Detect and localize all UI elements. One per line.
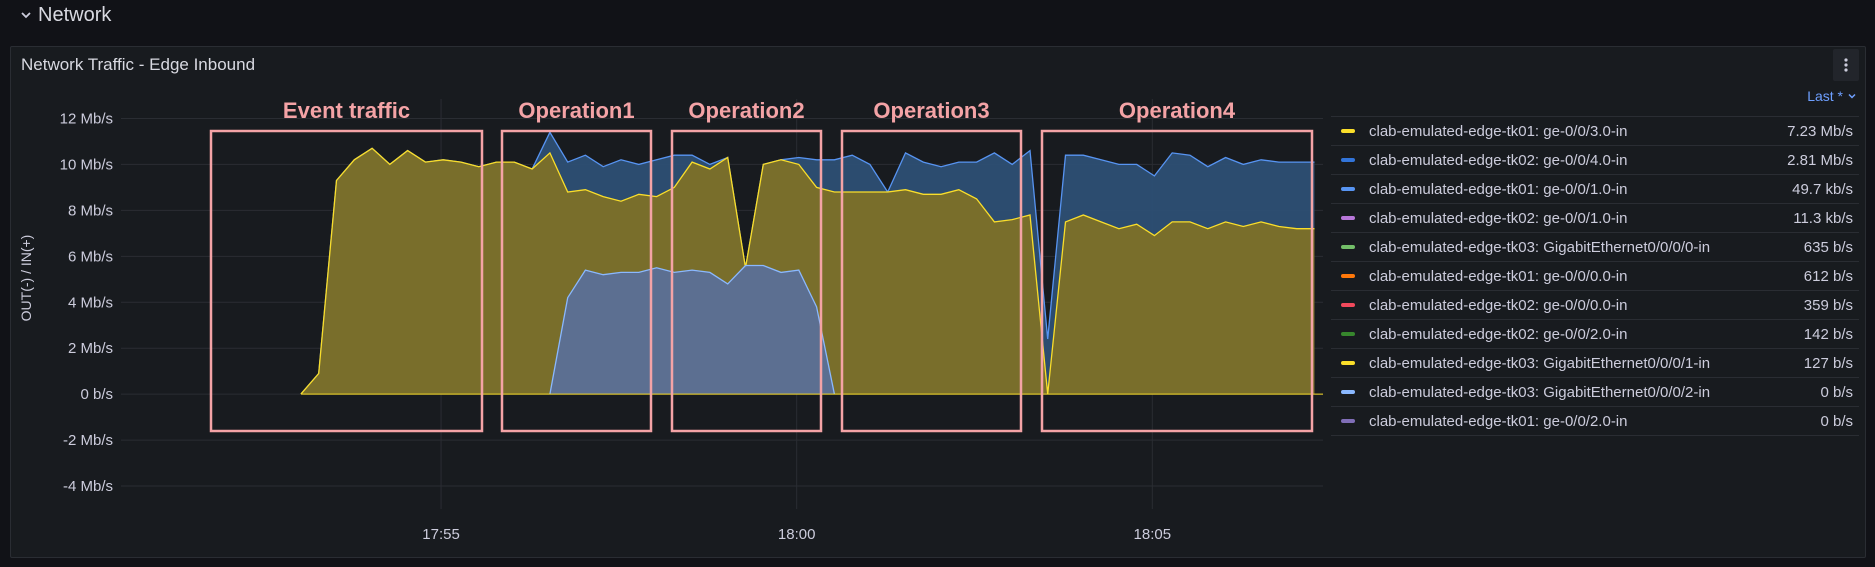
- legend-item[interactable]: clab-emulated-edge-tk03: GigabitEthernet…: [1331, 349, 1859, 378]
- legend-item[interactable]: clab-emulated-edge-tk01: ge-0/0/3.0-in 7.…: [1331, 117, 1859, 146]
- legend-swatch: [1341, 158, 1355, 162]
- series-area: [549, 265, 835, 395]
- x-tick-label: 18:05: [1134, 526, 1172, 543]
- y-tick-label: 2 Mb/s: [68, 340, 113, 357]
- legend-series-name: clab-emulated-edge-tk02: ge-0/0/1.0-in: [1369, 209, 1628, 227]
- legend-swatch: [1341, 419, 1355, 423]
- legend-swatch: [1341, 390, 1355, 394]
- legend-series-value: 127 b/s: [1803, 354, 1853, 372]
- y-tick-label: 8 Mb/s: [68, 202, 113, 219]
- y-tick-label: 6 Mb/s: [68, 248, 113, 265]
- x-tick-label: 17:55: [422, 526, 460, 543]
- legend: Last * clab-emulated-edge-tk01: ge-0/0/3…: [1331, 88, 1859, 436]
- annotation-label: Operation3: [873, 98, 989, 123]
- legend-series-name: clab-emulated-edge-tk01: ge-0/0/0.0-in: [1369, 267, 1628, 285]
- legend-swatch: [1341, 216, 1355, 220]
- panel-menu-button[interactable]: [1833, 49, 1859, 81]
- legend-swatch: [1341, 274, 1355, 278]
- legend-series-value: 635 b/s: [1803, 238, 1853, 256]
- legend-item[interactable]: clab-emulated-edge-tk01: ge-0/0/2.0-in 0 …: [1331, 407, 1859, 436]
- legend-item[interactable]: clab-emulated-edge-tk02: ge-0/0/2.0-in 14…: [1331, 320, 1859, 349]
- legend-item[interactable]: clab-emulated-edge-tk01: ge-0/0/1.0-in 49…: [1331, 175, 1859, 204]
- legend-series-value: 612 b/s: [1803, 267, 1853, 285]
- legend-series-name: clab-emulated-edge-tk02: ge-0/0/2.0-in: [1369, 325, 1628, 343]
- y-tick-label: -4 Mb/s: [63, 478, 113, 495]
- panel-network-traffic: Network Traffic - Edge Inbound 12 Mb/s 10…: [10, 46, 1866, 558]
- legend-swatch: [1341, 361, 1355, 365]
- legend-swatch: [1341, 187, 1355, 191]
- legend-series-name: clab-emulated-edge-tk01: ge-0/0/1.0-in: [1369, 180, 1628, 198]
- row-header-network[interactable]: Network: [20, 2, 111, 28]
- legend-series-value: 359 b/s: [1803, 296, 1853, 314]
- legend-series-name: clab-emulated-edge-tk01: ge-0/0/3.0-in: [1369, 122, 1628, 140]
- legend-series-value: 11.3 kb/s: [1793, 209, 1853, 227]
- legend-series-value: 2.81 Mb/s: [1787, 151, 1853, 169]
- annotation-label: Operation2: [688, 98, 804, 123]
- y-tick-label: 10 Mb/s: [60, 156, 113, 173]
- legend-item[interactable]: clab-emulated-edge-tk03: GigabitEthernet…: [1331, 378, 1859, 407]
- legend-series-name: clab-emulated-edge-tk01: ge-0/0/2.0-in: [1369, 412, 1628, 430]
- chevron-down-icon: [21, 12, 31, 19]
- y-axis-label: OUT(-) / IN(+): [18, 235, 34, 322]
- legend-swatch: [1341, 303, 1355, 307]
- legend-swatch: [1341, 245, 1355, 249]
- legend-item[interactable]: clab-emulated-edge-tk01: ge-0/0/0.0-in 61…: [1331, 262, 1859, 291]
- legend-sort-label: Last *: [1807, 88, 1843, 104]
- legend-swatch: [1341, 332, 1355, 336]
- kebab-menu-icon: [1844, 58, 1848, 72]
- traffic-chart[interactable]: 12 Mb/s 10 Mb/s 8 Mb/s 6 Mb/s 4 Mb/s 2 Mb/s 0 …: [11, 47, 1331, 559]
- legend-series-name: clab-emulated-edge-tk03: GigabitEthernet…: [1369, 354, 1711, 372]
- chevron-down-icon: [1848, 93, 1856, 99]
- legend-series-name: clab-emulated-edge-tk02: ge-0/0/4.0-in: [1369, 151, 1628, 169]
- legend-series-value: 7.23 Mb/s: [1787, 122, 1853, 140]
- legend-item[interactable]: clab-emulated-edge-tk02: ge-0/0/0.0-in 35…: [1331, 291, 1859, 320]
- legend-series-name: clab-emulated-edge-tk03: GigabitEthernet…: [1369, 383, 1711, 401]
- x-tick-label: 18:00: [778, 526, 816, 543]
- legend-series-value: 49.7 kb/s: [1792, 180, 1853, 198]
- y-tick-label: 4 Mb/s: [68, 294, 113, 311]
- row-title: Network: [38, 3, 112, 26]
- y-tick-label: -2 Mb/s: [63, 432, 113, 449]
- legend-series-value: 0 b/s: [1820, 412, 1853, 430]
- legend-item[interactable]: clab-emulated-edge-tk02: ge-0/0/1.0-in 11…: [1331, 204, 1859, 233]
- annotation-label: Operation1: [518, 98, 634, 123]
- annotation-label: Event traffic: [283, 98, 410, 123]
- legend-series-value: 142 b/s: [1803, 325, 1853, 343]
- legend-series-name: clab-emulated-edge-tk03: GigabitEthernet…: [1369, 238, 1711, 256]
- annotation-label: Operation4: [1119, 98, 1236, 123]
- y-tick-label: 12 Mb/s: [60, 110, 113, 127]
- legend-swatch: [1341, 129, 1355, 133]
- legend-sort-button[interactable]: Last *: [1807, 88, 1857, 104]
- legend-item[interactable]: clab-emulated-edge-tk02: ge-0/0/4.0-in 2.…: [1331, 146, 1859, 175]
- legend-item[interactable]: clab-emulated-edge-tk03: GigabitEthernet…: [1331, 233, 1859, 262]
- y-tick-label: 0 b/s: [80, 386, 113, 403]
- legend-series-name: clab-emulated-edge-tk02: ge-0/0/0.0-in: [1369, 296, 1628, 314]
- legend-series-value: 0 b/s: [1820, 383, 1853, 401]
